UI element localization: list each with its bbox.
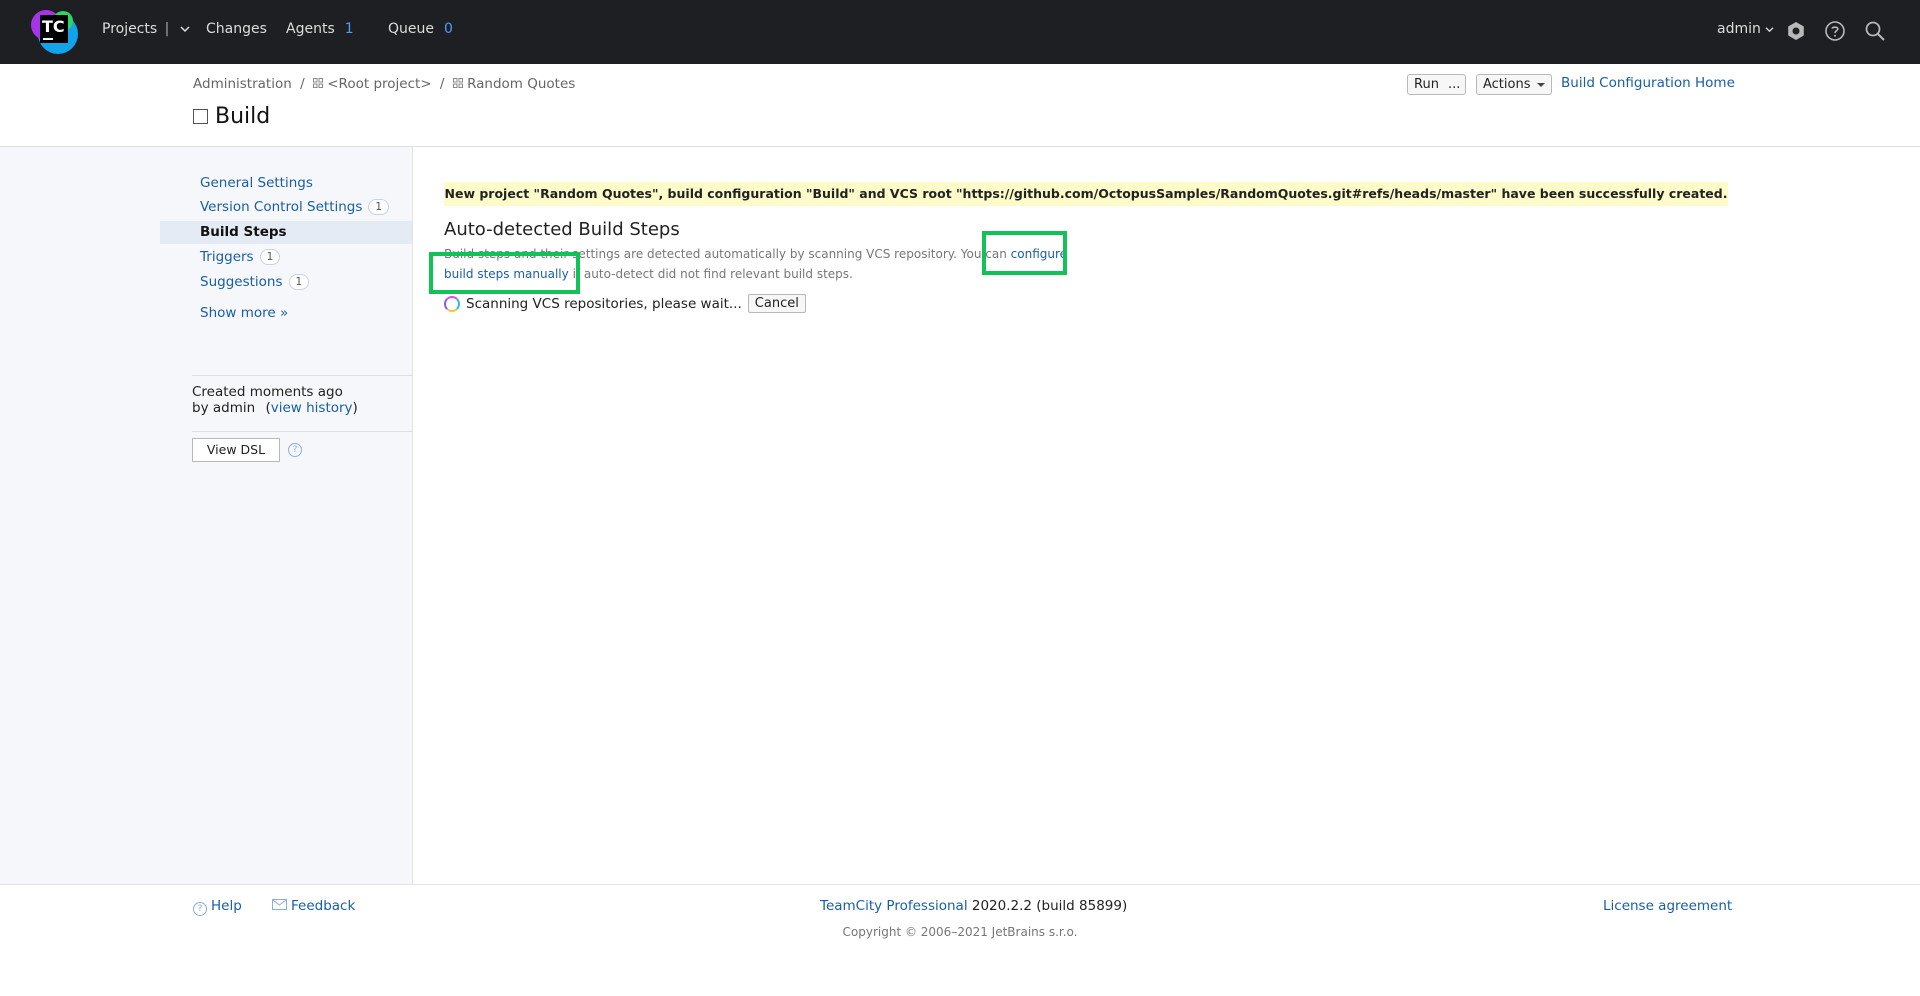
actions-dropdown[interactable]: Actions (1476, 74, 1552, 95)
highlight-box-configure (982, 231, 1067, 275)
scanning-status: Scanning VCS repositories, please wait..… (444, 294, 806, 313)
run-custom-button[interactable]: ... (1443, 74, 1467, 95)
footer-feedback-link[interactable]: Feedback (272, 898, 355, 914)
sidebar-item-general-settings[interactable]: General Settings (200, 175, 313, 191)
help-icon[interactable] (1824, 20, 1846, 42)
user-menu[interactable]: admin (1717, 21, 1774, 37)
agents-count: 1 (344, 21, 354, 37)
project-icon (312, 78, 323, 88)
section-title: Auto-detected Build Steps (444, 219, 680, 240)
caret-down-icon (1536, 83, 1545, 87)
copyright-text: Copyright © 2006–2021 JetBrains s.r.o. (842, 925, 1078, 939)
footer-help-link[interactable]: ? Help (193, 898, 242, 916)
sidebar-item-suggestions[interactable]: Suggestions 1 (200, 274, 310, 290)
question-icon: ? (193, 902, 207, 916)
project-icon (452, 78, 463, 88)
view-dsl-label: View DSL (206, 442, 266, 457)
run-button-label: Run (1414, 77, 1439, 92)
breadcrumb-administration[interactable]: Administration (193, 76, 292, 92)
show-more-link[interactable]: Show more » (200, 305, 288, 321)
sidebar-item-build-steps[interactable]: Build Steps (200, 224, 287, 240)
search-icon[interactable] (1864, 20, 1886, 42)
build-config-checkbox-icon (193, 109, 208, 124)
product-link[interactable]: TeamCity Professional (820, 898, 968, 914)
count-badge: 1 (368, 199, 390, 215)
count-badge: 1 (288, 274, 310, 290)
page-footer: ? Help Feedback TeamCity Professional 202… (0, 884, 1920, 996)
nav-projects-label: Projects (102, 21, 158, 37)
success-message-text: New project "Random Quotes", build confi… (444, 186, 1728, 201)
product-version: 2020.2.2 (build 85899) (971, 898, 1128, 914)
queue-count: 0 (444, 21, 453, 37)
created-time: Created moments ago (192, 384, 343, 400)
breadcrumb-separator: / (439, 76, 445, 92)
nav-changes-label: Changes (206, 21, 267, 37)
highlight-box-build-steps-manually (429, 252, 580, 294)
sidebar-divider (192, 431, 412, 432)
actions-label: Actions (1483, 77, 1531, 92)
administration-icon[interactable] (1785, 20, 1807, 42)
breadcrumb-project[interactable]: Random Quotes (467, 76, 575, 92)
footer-product-info: TeamCity Professional 2020.2.2 (build 85… (820, 898, 1127, 914)
sidebar-item-label: Suggestions (200, 274, 283, 290)
question-icon[interactable]: ? (288, 443, 302, 457)
breadcrumb-separator: / (300, 76, 305, 92)
sidebar-divider (192, 375, 412, 376)
created-by: by admin (192, 400, 256, 416)
view-history-link[interactable]: view history (271, 400, 353, 416)
top-navigation-bar: TC Projects | Changes Agents 1 Queue 0 adm… (0, 0, 1920, 64)
loading-spinner-icon (444, 295, 460, 312)
settings-sidebar: General Settings Version Control Setting… (0, 147, 413, 884)
envelope-icon (272, 899, 287, 910)
nav-changes[interactable]: Changes (206, 21, 267, 37)
run-button[interactable]: Run (1407, 74, 1446, 95)
nav-queue[interactable]: Queue 0 (388, 21, 453, 37)
run-custom-label: ... (1448, 77, 1461, 92)
sidebar-item-label: Build Steps (200, 224, 287, 240)
license-label: License agreement (1603, 898, 1733, 914)
sidebar-item-triggers[interactable]: Triggers 1 (200, 249, 281, 265)
view-dsl-button[interactable]: View DSL (192, 438, 280, 462)
paren-close: ) (352, 400, 358, 416)
success-message-banner: New project "Random Quotes", build confi… (444, 182, 1728, 206)
sidebar-item-label: General Settings (200, 175, 313, 191)
nav-agents-label: Agents (286, 21, 335, 37)
breadcrumb-root-project[interactable]: <Root project> (327, 76, 431, 92)
feedback-label: Feedback (291, 898, 356, 914)
chevron-down-icon (1765, 27, 1774, 33)
page-title-text: Build (215, 104, 271, 129)
build-configuration-home-link[interactable]: Build Configuration Home (1561, 75, 1735, 91)
scanning-text: Scanning VCS repositories, please wait..… (466, 295, 742, 312)
user-name: admin (1717, 21, 1761, 37)
count-badge: 1 (259, 249, 281, 265)
created-by-line: by admin (view history) (192, 400, 358, 416)
sidebar-item-version-control-settings[interactable]: Version Control Settings 1 (200, 199, 390, 215)
show-more-label: Show more » (200, 305, 289, 321)
logo-text: TC (42, 17, 65, 36)
nav-agents[interactable]: Agents 1 (286, 21, 354, 37)
teamcity-logo[interactable]: TC (30, 7, 80, 57)
nav-projects[interactable]: Projects | (102, 21, 190, 37)
cancel-button[interactable]: Cancel (747, 294, 806, 313)
page-title: Build (193, 104, 270, 129)
help-label: Help (211, 898, 242, 914)
page-header: Administration / <Root project> / Random… (0, 64, 1920, 147)
chevron-down-icon (180, 26, 190, 33)
nav-queue-label: Queue (388, 21, 434, 37)
sidebar-item-label: Version Control Settings (200, 199, 363, 215)
license-agreement-link[interactable]: License agreement (1603, 898, 1732, 914)
created-info: Created moments ago by admin (view histo… (192, 384, 358, 416)
separator-bar: | (164, 21, 170, 37)
cancel-label: Cancel (754, 296, 799, 311)
sidebar-item-label: Triggers (200, 249, 254, 265)
breadcrumb: Administration / <Root project> / Random… (193, 76, 575, 92)
description-suffix: if auto-detect did not find relevant bui… (572, 267, 853, 281)
